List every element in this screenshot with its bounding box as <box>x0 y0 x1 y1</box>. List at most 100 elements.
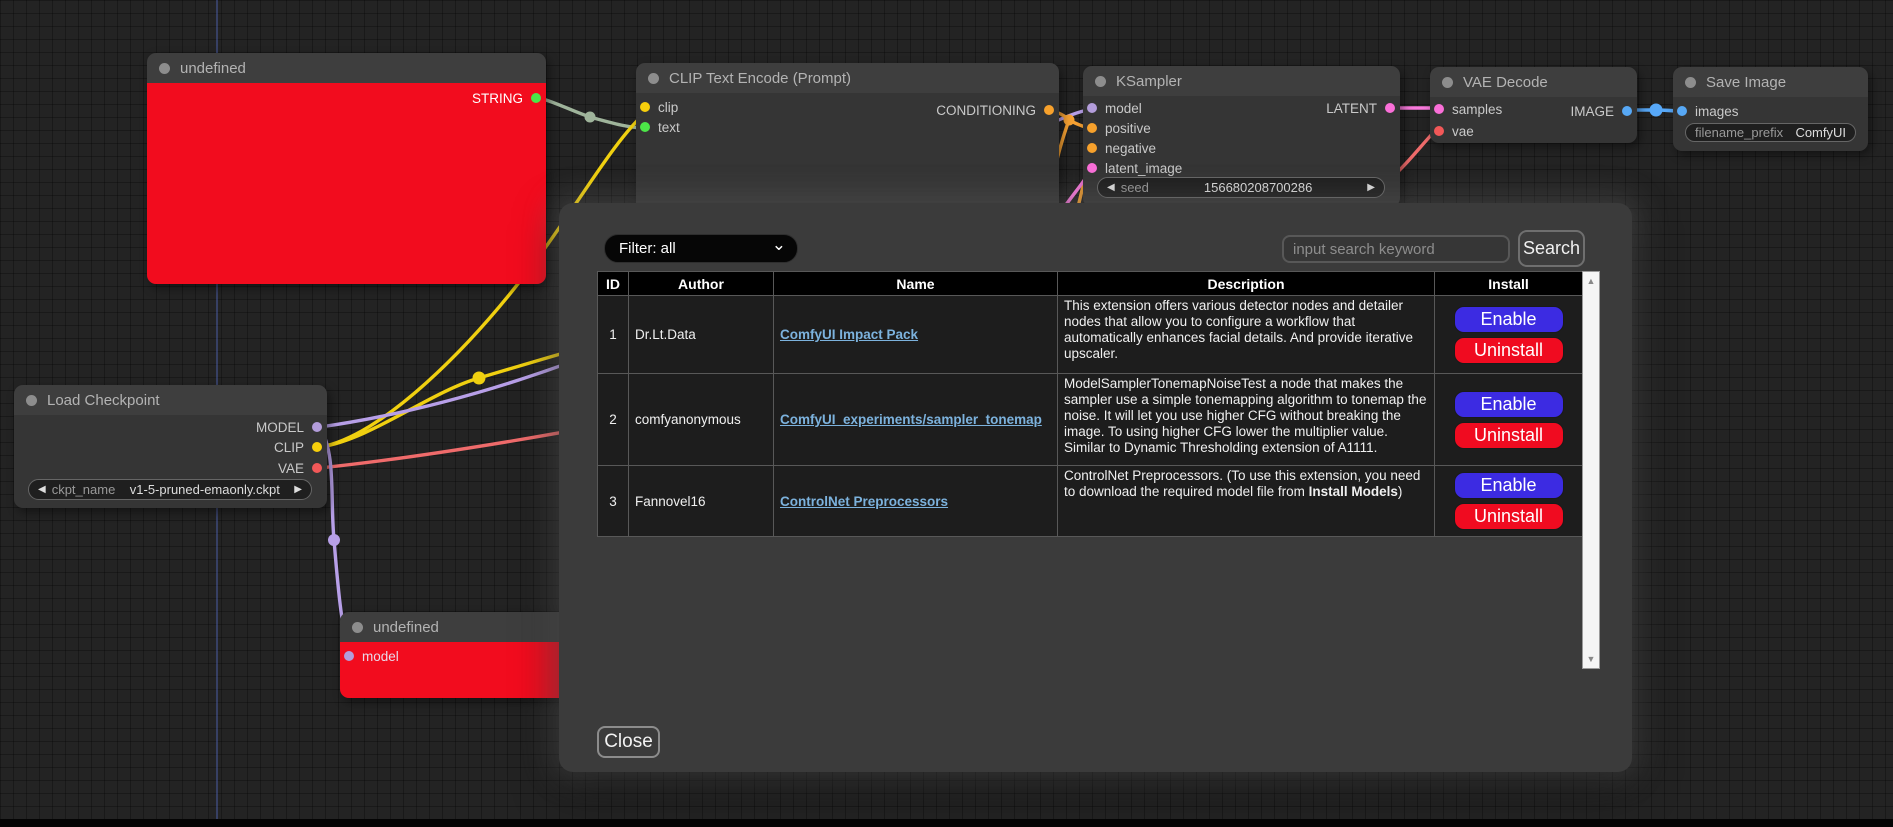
output-slot-clip[interactable] <box>312 442 322 452</box>
node-vae-decode[interactable]: VAE Decode samples vae IMAGE <box>1430 67 1637 143</box>
cell-install: Enable Uninstall <box>1435 466 1583 537</box>
search-button[interactable]: Search <box>1518 230 1585 267</box>
input-label: clip <box>658 100 678 115</box>
scroll-up-icon[interactable]: ▲ <box>1583 274 1599 288</box>
seed-widget[interactable]: ◀ seed 156680208700286 ▶ <box>1097 177 1385 198</box>
ckpt-name-widget[interactable]: ◀ ckpt_name v1-5-pruned-emaonly.ckpt ▶ <box>28 479 312 500</box>
node-title-bar[interactable]: undefined <box>147 53 546 83</box>
input-slot-images[interactable] <box>1677 106 1687 116</box>
extension-link[interactable]: ComfyUI Impact Pack <box>780 327 918 342</box>
cell-install: Enable Uninstall <box>1435 374 1583 466</box>
widget-label: ckpt_name <box>52 482 116 497</box>
cell-name: ControlNet Preprocessors <box>774 466 1058 537</box>
input-label: model <box>1105 101 1142 116</box>
input-slot-model[interactable] <box>1087 103 1097 113</box>
cell-id: 1 <box>598 296 629 374</box>
filename-prefix-widget[interactable]: filename_prefix ComfyUI <box>1685 123 1856 142</box>
input-slot-model[interactable] <box>344 651 354 661</box>
extension-table-scroll-area: ID Author Name Description Install 1 Dr.… <box>597 271 1600 669</box>
extension-manager-dialog: Filter: all ⌄ Search ID Author Name Desc… <box>559 203 1632 772</box>
cell-install: Enable Uninstall <box>1435 296 1583 374</box>
node-title-bar[interactable]: Save Image <box>1673 67 1868 97</box>
widget-label: seed <box>1121 180 1149 195</box>
node-title: undefined <box>180 60 246 77</box>
collapse-dot-icon[interactable] <box>26 395 37 406</box>
output-label: CONDITIONING <box>936 103 1036 118</box>
node-title: undefined <box>373 619 439 636</box>
input-slot-latent-image[interactable] <box>1087 163 1097 173</box>
cell-name: ComfyUI_experiments/sampler_tonemap <box>774 374 1058 466</box>
table-row: 3 Fannovel16 ControlNet Preprocessors Co… <box>598 466 1583 537</box>
node-title: Save Image <box>1706 74 1786 91</box>
input-slot-clip[interactable] <box>640 102 650 112</box>
collapse-dot-icon[interactable] <box>1685 77 1696 88</box>
collapse-dot-icon[interactable] <box>1095 76 1106 87</box>
search-input[interactable] <box>1282 235 1510 263</box>
node-load-checkpoint[interactable]: Load Checkpoint MODEL CLIP VAE ◀ ckpt_na… <box>14 385 327 508</box>
extension-link[interactable]: ComfyUI_experiments/sampler_tonemap <box>780 412 1042 427</box>
output-slot-string[interactable] <box>531 93 541 103</box>
enable-button[interactable]: Enable <box>1454 472 1564 499</box>
cell-author: comfyanonymous <box>629 374 774 466</box>
node-save-image[interactable]: Save Image images filename_prefix ComfyU… <box>1673 67 1868 151</box>
node-title-bar[interactable]: CLIP Text Encode (Prompt) <box>636 63 1059 93</box>
collapse-dot-icon[interactable] <box>648 73 659 84</box>
scroll-down-icon[interactable]: ▼ <box>1583 652 1599 666</box>
decrement-arrow-icon[interactable]: ◀ <box>1107 183 1115 193</box>
output-slot-latent[interactable] <box>1385 103 1395 113</box>
output-label: MODEL <box>256 420 304 435</box>
output-label: CLIP <box>274 440 304 455</box>
input-label: model <box>362 649 399 664</box>
node-title-bar[interactable]: VAE Decode <box>1430 67 1637 97</box>
input-label: vae <box>1452 124 1474 139</box>
collapse-dot-icon[interactable] <box>159 63 170 74</box>
close-button[interactable]: Close <box>597 726 660 758</box>
input-slot-samples[interactable] <box>1434 104 1444 114</box>
comfyui-canvas[interactable]: { "icons": { "arrow_left": "◀", "arrow_r… <box>0 0 1893 827</box>
extension-table: ID Author Name Description Install 1 Dr.… <box>597 271 1583 537</box>
cell-id: 2 <box>598 374 629 466</box>
input-label: negative <box>1105 141 1156 156</box>
cell-author: Dr.Lt.Data <box>629 296 774 374</box>
output-slot-vae[interactable] <box>312 463 322 473</box>
input-label: samples <box>1452 102 1502 117</box>
col-header-author: Author <box>629 272 774 296</box>
widget-value: ComfyUI <box>1795 125 1846 140</box>
col-header-description: Description <box>1058 272 1435 296</box>
cell-description: ModelSamplerTonemapNoiseTest a node that… <box>1058 374 1435 466</box>
table-header-row: ID Author Name Description Install <box>598 272 1583 296</box>
uninstall-button[interactable]: Uninstall <box>1454 337 1564 364</box>
decrement-arrow-icon[interactable]: ◀ <box>38 485 46 495</box>
input-slot-positive[interactable] <box>1087 123 1097 133</box>
output-slot-image[interactable] <box>1622 106 1632 116</box>
extension-link[interactable]: ControlNet Preprocessors <box>780 494 948 509</box>
output-slot-model[interactable] <box>312 422 322 432</box>
output-slot-conditioning[interactable] <box>1044 105 1054 115</box>
input-label: positive <box>1105 121 1151 136</box>
node-ksampler[interactable]: KSampler model positive negative latent_… <box>1083 66 1400 207</box>
enable-button[interactable]: Enable <box>1454 391 1564 418</box>
input-slot-negative[interactable] <box>1087 143 1097 153</box>
input-slot-vae[interactable] <box>1434 126 1444 136</box>
cell-name: ComfyUI Impact Pack <box>774 296 1058 374</box>
output-label: STRING <box>472 91 523 106</box>
collapse-dot-icon[interactable] <box>1442 77 1453 88</box>
node-undefined-top[interactable]: undefined STRING <box>147 53 546 284</box>
node-title-bar[interactable]: KSampler <box>1083 66 1400 96</box>
node-title-bar[interactable]: Load Checkpoint <box>14 385 327 415</box>
uninstall-button[interactable]: Uninstall <box>1454 422 1564 449</box>
collapse-dot-icon[interactable] <box>352 622 363 633</box>
node-title: KSampler <box>1116 73 1182 90</box>
cell-description: ControlNet Preprocessors. (To use this e… <box>1058 466 1435 537</box>
widget-value: v1-5-pruned-emaonly.ckpt <box>121 482 288 497</box>
table-scrollbar[interactable]: ▲ ▼ <box>1582 271 1600 669</box>
node-title: CLIP Text Encode (Prompt) <box>669 70 851 87</box>
input-slot-text[interactable] <box>640 122 650 132</box>
increment-arrow-icon[interactable]: ▶ <box>1367 183 1375 193</box>
increment-arrow-icon[interactable]: ▶ <box>294 485 302 495</box>
enable-button[interactable]: Enable <box>1454 306 1564 333</box>
bottom-edge <box>0 819 1893 827</box>
uninstall-button[interactable]: Uninstall <box>1454 503 1564 530</box>
filter-select[interactable]: Filter: all <box>604 234 798 263</box>
widget-value: 156680208700286 <box>1155 180 1361 195</box>
